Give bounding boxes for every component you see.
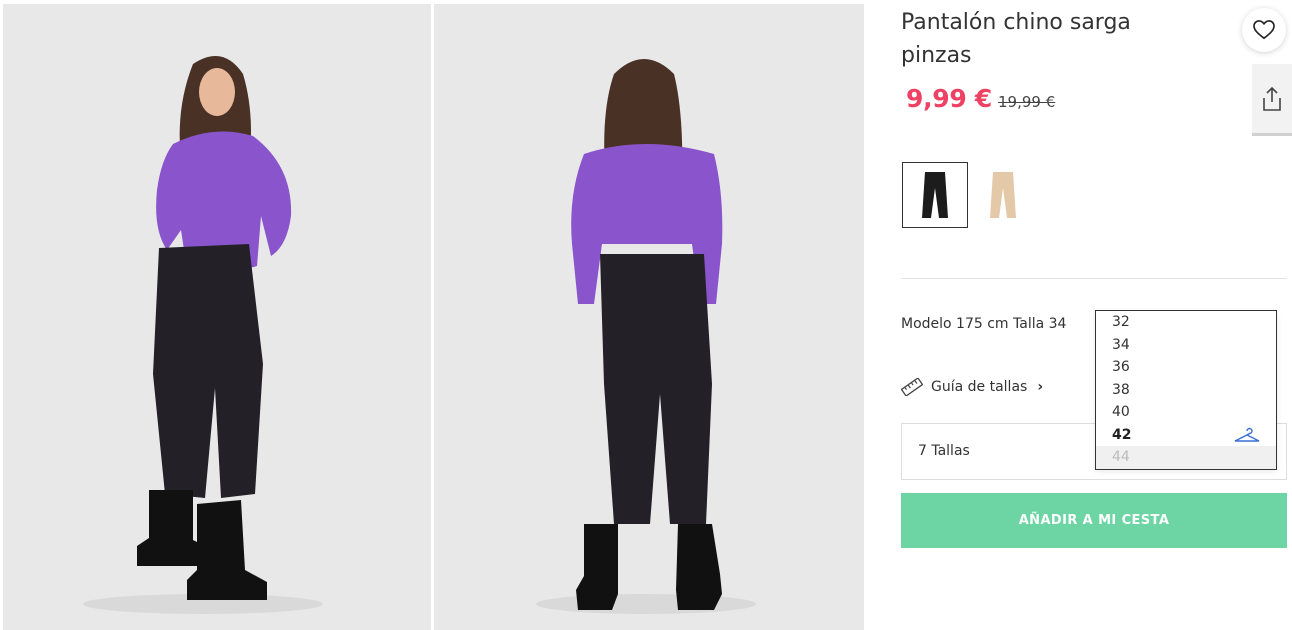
- section-divider: [901, 278, 1287, 279]
- product-photo-back[interactable]: [434, 4, 864, 630]
- model-back-illustration: [434, 4, 864, 630]
- model-front-illustration: [3, 4, 431, 630]
- size-select-label: 7 Tallas: [918, 443, 970, 459]
- size-option-34[interactable]: 34: [1096, 334, 1276, 357]
- product-photo-front[interactable]: [3, 4, 431, 630]
- ruler-icon: [901, 378, 923, 396]
- black-pants-thumbnail: [922, 172, 948, 218]
- price-current: 9,99 €: [906, 84, 992, 113]
- heart-icon: [1253, 20, 1275, 40]
- favorite-button[interactable]: [1242, 8, 1286, 52]
- size-option-44[interactable]: 44: [1096, 446, 1276, 469]
- size-guide-label: Guía de tallas: [931, 379, 1028, 395]
- share-icon: [1263, 86, 1281, 111]
- add-to-cart-button[interactable]: AÑADIR A MI CESTA: [901, 493, 1287, 548]
- hanger-icon: [1234, 427, 1260, 442]
- product-title: Pantalón chino sarga pinzas: [901, 10, 1131, 68]
- size-option-42[interactable]: 42: [1096, 424, 1276, 447]
- size-option-40[interactable]: 40: [1096, 401, 1276, 424]
- chevron-right-icon: ›: [1037, 379, 1044, 395]
- size-dropdown-list[interactable]: 32 34 36 38 40 42 44: [1095, 310, 1277, 470]
- size-option-38[interactable]: 38: [1096, 379, 1276, 402]
- size-option-36[interactable]: 36: [1096, 356, 1276, 379]
- model-size-info: Modelo 175 cm Talla 34: [901, 316, 1067, 332]
- beige-pants-thumbnail: [990, 172, 1016, 218]
- price-row: 9,99 € 19,99 €: [906, 84, 1055, 113]
- size-guide-link[interactable]: Guía de tallas ›: [901, 378, 1043, 396]
- size-option-42-label: 42: [1112, 426, 1132, 443]
- product-info-panel: Pantalón chino sarga pinzas 9,99 € 19,99…: [866, 0, 1292, 630]
- share-button[interactable]: [1252, 64, 1292, 136]
- color-swatch-beige[interactable]: [970, 162, 1036, 228]
- product-page: Pantalón chino sarga pinzas 9,99 € 19,99…: [0, 0, 1292, 630]
- size-option-32[interactable]: 32: [1096, 311, 1276, 334]
- color-swatch-black[interactable]: [902, 162, 968, 228]
- price-original: 19,99 €: [997, 93, 1056, 111]
